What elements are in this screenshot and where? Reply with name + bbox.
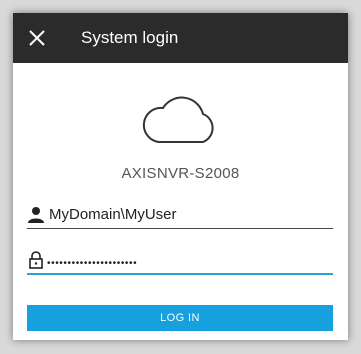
username-field[interactable]: MyDomain\MyUser [27,200,333,229]
password-value: •••••••••••••••••••••• [47,258,138,269]
close-button[interactable] [25,26,49,50]
dialog-title: System login [81,28,179,47]
login-button[interactable]: LOG IN [27,305,333,331]
lock-icon [29,251,43,269]
close-icon [29,30,45,46]
cloud-icon [142,96,214,143]
user-icon [28,207,44,223]
password-field[interactable]: •••••••••••••••••••••• [27,245,333,275]
login-dialog: System login AXISNVR-S2008 MyDomain\MyUs… [13,13,348,340]
username-value: MyDomain\MyUser [49,206,177,223]
dialog-titlebar: System login [13,13,348,63]
server-name: AXISNVR-S2008 [121,165,240,182]
